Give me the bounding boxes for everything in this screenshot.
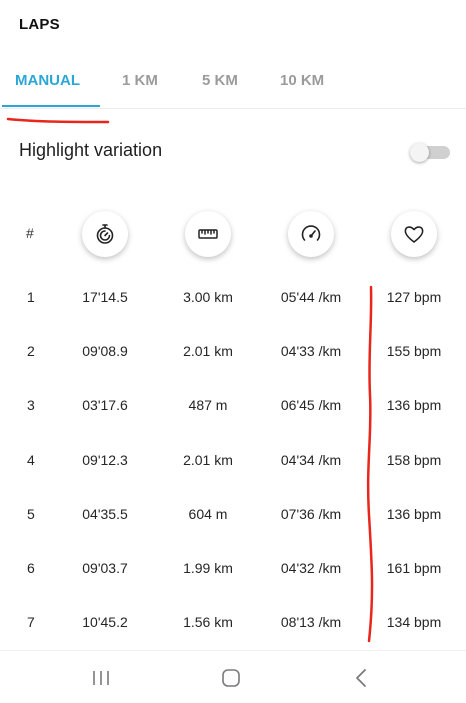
lap-distance: 2.01 km [183,452,233,468]
lap-time: 04'35.5 [82,506,128,522]
lap-number: 4 [27,452,35,468]
red-annotation-underline [6,117,110,124]
lap-heart-rate: 134 bpm [386,614,442,630]
highlight-variation-row: Highlight variation [0,132,466,172]
tabs-divider [0,108,466,109]
active-tab-indicator [2,105,100,107]
system-navigation-bar [0,650,466,703]
lap-number-header: # [26,225,34,241]
table-row: 4 09'12.3 2.01 km 04'34 /km 158 bpm [0,452,466,476]
lap-pace: 08'13 /km [280,614,342,630]
lap-heart-rate: 136 bpm [386,397,442,413]
table-row: 5 04'35.5 604 m 07'36 /km 136 bpm [0,506,466,530]
lap-number: 6 [27,560,35,576]
lap-time: 09'03.7 [82,560,128,576]
highlight-variation-label: Highlight variation [19,140,163,160]
table-row: 2 09'08.9 2.01 km 04'33 /km 155 bpm [0,343,466,367]
speedometer-icon[interactable] [288,211,334,257]
lap-pace: 04'34 /km [280,452,342,468]
lap-pace: 06'45 /km [280,397,342,413]
lap-heart-rate: 136 bpm [386,506,442,522]
lap-pace: 05'44 /km [280,289,342,305]
highlight-variation-toggle[interactable] [410,143,450,162]
table-row: 1 17'14.5 3.00 km 05'44 /km 127 bpm [0,289,466,313]
lap-number: 7 [27,614,35,630]
lap-pace: 04'33 /km [280,343,342,359]
lap-distance: 487 m [188,397,228,413]
tab-manual[interactable]: MANUAL [15,72,80,89]
lap-time: 17'14.5 [82,289,128,305]
lap-time: 09'12.3 [82,452,128,468]
lap-distance: 3.00 km [183,289,233,305]
lap-number: 1 [27,289,35,305]
ruler-icon[interactable] [185,211,231,257]
tab-1-km[interactable]: 1 KM [122,72,158,89]
lap-number: 2 [27,343,35,359]
lap-distance: 1.99 km [183,560,233,576]
home-icon[interactable] [219,667,243,689]
table-row: 3 03'17.6 487 m 06'45 /km 136 bpm [0,397,466,421]
page-title: LAPS [19,16,60,33]
lap-pace: 04'32 /km [280,560,342,576]
recent-apps-icon[interactable] [89,667,113,689]
lap-heart-rate: 161 bpm [386,560,442,576]
lap-distance: 1.56 km [183,614,233,630]
stopwatch-icon[interactable] [82,211,128,257]
tab-10-km[interactable]: 10 KM [280,72,324,89]
lap-time: 03'17.6 [82,397,128,413]
lap-pace: 07'36 /km [280,506,342,522]
lap-distance: 2.01 km [183,343,233,359]
tab-bar: MANUAL 1 KM 5 KM 10 KM [0,62,466,108]
heart-icon[interactable] [391,211,437,257]
tab-5-km[interactable]: 5 KM [202,72,238,89]
lap-distance: 604 m [188,506,228,522]
lap-heart-rate: 155 bpm [386,343,442,359]
table-row: 6 09'03.7 1.99 km 04'32 /km 161 bpm [0,560,466,584]
toggle-knob [410,143,429,162]
laps-table-header: # [0,208,466,260]
lap-number: 5 [27,506,35,522]
lap-heart-rate: 158 bpm [386,452,442,468]
lap-heart-rate: 127 bpm [386,289,442,305]
table-row: 7 10'45.2 1.56 km 08'13 /km 134 bpm [0,614,466,638]
back-icon[interactable] [350,667,374,689]
lap-time: 09'08.9 [82,343,128,359]
lap-number: 3 [27,397,35,413]
lap-time: 10'45.2 [82,614,128,630]
